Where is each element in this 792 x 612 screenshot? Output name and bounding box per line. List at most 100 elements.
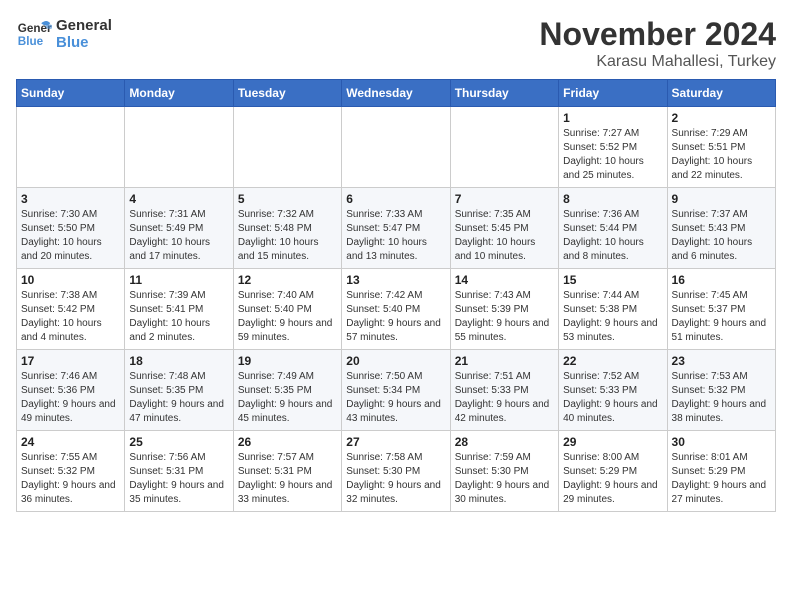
day-cell-15: 15 Sunrise: 7:44 AM Sunset: 5:38 PM Dayli… bbox=[559, 269, 667, 350]
day-info-19: Sunrise: 7:49 AM Sunset: 5:35 PM Dayligh… bbox=[238, 370, 337, 426]
logo: General Blue General Blue bbox=[16, 16, 112, 52]
day-cell-9: 9 Sunrise: 7:37 AM Sunset: 5:43 PM Daylig… bbox=[667, 188, 775, 269]
empty-cell bbox=[125, 107, 233, 188]
day-cell-22: 22Sunrise: 7:52 AM Sunset: 5:33 PM Dayli… bbox=[559, 350, 667, 431]
week-row-0: 1Sunrise: 7:27 AM Sunset: 5:52 PM Daylig… bbox=[17, 107, 776, 188]
day-info-11: Sunrise: 7:39 AM Sunset: 5:41 PM Dayligh… bbox=[129, 289, 228, 345]
day-cell-10: 10 Sunrise: 7:38 AM Sunset: 5:42 PM Dayli… bbox=[17, 269, 125, 350]
day-number-25: 25 bbox=[129, 435, 228, 449]
day-number-11: 11 bbox=[129, 273, 228, 287]
day-info-8: Sunrise: 7:36 AM Sunset: 5:44 PM Dayligh… bbox=[563, 208, 662, 264]
logo-blue: Blue bbox=[56, 34, 112, 51]
day-cell-25: 25 Sunrise: 7:56 AM Sunset: 5:31 PM Dayli… bbox=[125, 431, 233, 512]
day-cell-19: 19 Sunrise: 7:49 AM Sunset: 5:35 PM Dayli… bbox=[233, 350, 341, 431]
day-info-26: Sunrise: 7:57 AM Sunset: 5:31 PM Dayligh… bbox=[238, 451, 337, 507]
day-cell-18: 18Sunrise: 7:48 AM Sunset: 5:35 PM Dayli… bbox=[125, 350, 233, 431]
weekday-header-monday: Monday bbox=[125, 80, 233, 107]
day-info-24: Sunrise: 7:55 AM Sunset: 5:32 PM Dayligh… bbox=[21, 451, 120, 507]
day-info-10: Sunrise: 7:38 AM Sunset: 5:42 PM Dayligh… bbox=[21, 289, 120, 345]
day-info-5: Sunrise: 7:32 AM Sunset: 5:48 PM Dayligh… bbox=[238, 208, 337, 264]
day-number-9: 9 bbox=[672, 192, 771, 206]
day-info-3: Sunrise: 7:30 AM Sunset: 5:50 PM Dayligh… bbox=[21, 208, 120, 264]
weekday-header-sunday: Sunday bbox=[17, 80, 125, 107]
day-cell-16: 16 Sunrise: 7:45 AM Sunset: 5:37 PM Dayli… bbox=[667, 269, 775, 350]
day-cell-29: 29 Sunrise: 8:00 AM Sunset: 5:29 PM Dayli… bbox=[559, 431, 667, 512]
day-number-5: 5 bbox=[238, 192, 337, 206]
day-number-12: 12 bbox=[238, 273, 337, 287]
day-info-6: Sunrise: 7:33 AM Sunset: 5:47 PM Dayligh… bbox=[346, 208, 445, 264]
day-number-26: 26 bbox=[238, 435, 337, 449]
day-number-10: 10 bbox=[21, 273, 120, 287]
month-title: November 2024 bbox=[539, 16, 776, 53]
empty-cell bbox=[342, 107, 450, 188]
day-cell-24: 24 Sunrise: 7:55 AM Sunset: 5:32 PM Dayli… bbox=[17, 431, 125, 512]
day-info-30: Sunrise: 8:01 AM Sunset: 5:29 PM Dayligh… bbox=[672, 451, 771, 507]
day-cell-4: 4Sunrise: 7:31 AM Sunset: 5:49 PM Daylig… bbox=[125, 188, 233, 269]
day-number-23: 23 bbox=[672, 354, 771, 368]
day-number-2: 2 bbox=[672, 111, 771, 125]
day-info-13: Sunrise: 7:42 AM Sunset: 5:40 PM Dayligh… bbox=[346, 289, 445, 345]
day-info-17: Sunrise: 7:46 AM Sunset: 5:36 PM Dayligh… bbox=[21, 370, 120, 426]
day-number-21: 21 bbox=[455, 354, 554, 368]
day-cell-8: 8 Sunrise: 7:36 AM Sunset: 5:44 PM Daylig… bbox=[559, 188, 667, 269]
day-number-29: 29 bbox=[563, 435, 662, 449]
day-cell-1: 1Sunrise: 7:27 AM Sunset: 5:52 PM Daylig… bbox=[559, 107, 667, 188]
day-number-18: 18 bbox=[129, 354, 228, 368]
empty-cell bbox=[17, 107, 125, 188]
day-info-14: Sunrise: 7:43 AM Sunset: 5:39 PM Dayligh… bbox=[455, 289, 554, 345]
day-number-1: 1 bbox=[563, 111, 662, 125]
day-number-14: 14 bbox=[455, 273, 554, 287]
day-number-6: 6 bbox=[346, 192, 445, 206]
day-number-15: 15 bbox=[563, 273, 662, 287]
day-number-3: 3 bbox=[21, 192, 120, 206]
logo-icon: General Blue bbox=[16, 16, 52, 52]
calendar-table: SundayMondayTuesdayWednesdayThursdayFrid… bbox=[16, 79, 776, 512]
day-cell-26: 26 Sunrise: 7:57 AM Sunset: 5:31 PM Dayli… bbox=[233, 431, 341, 512]
day-cell-27: 27Sunrise: 7:58 AM Sunset: 5:30 PM Dayli… bbox=[342, 431, 450, 512]
day-cell-17: 17 Sunrise: 7:46 AM Sunset: 5:36 PM Dayli… bbox=[17, 350, 125, 431]
day-cell-28: 28 Sunrise: 7:59 AM Sunset: 5:30 PM Dayli… bbox=[450, 431, 558, 512]
day-cell-7: 7 Sunrise: 7:35 AM Sunset: 5:45 PM Daylig… bbox=[450, 188, 558, 269]
day-info-22: Sunrise: 7:52 AM Sunset: 5:33 PM Dayligh… bbox=[563, 370, 662, 426]
week-row-3: 17 Sunrise: 7:46 AM Sunset: 5:36 PM Dayli… bbox=[17, 350, 776, 431]
week-row-4: 24 Sunrise: 7:55 AM Sunset: 5:32 PM Dayli… bbox=[17, 431, 776, 512]
weekday-header-saturday: Saturday bbox=[667, 80, 775, 107]
day-info-9: Sunrise: 7:37 AM Sunset: 5:43 PM Dayligh… bbox=[672, 208, 771, 264]
day-cell-20: 20Sunrise: 7:50 AM Sunset: 5:34 PM Dayli… bbox=[342, 350, 450, 431]
day-cell-13: 13 Sunrise: 7:42 AM Sunset: 5:40 PM Dayli… bbox=[342, 269, 450, 350]
day-cell-23: 23 Sunrise: 7:53 AM Sunset: 5:32 PM Dayli… bbox=[667, 350, 775, 431]
day-cell-12: 12Sunrise: 7:40 AM Sunset: 5:40 PM Dayli… bbox=[233, 269, 341, 350]
day-info-16: Sunrise: 7:45 AM Sunset: 5:37 PM Dayligh… bbox=[672, 289, 771, 345]
day-number-30: 30 bbox=[672, 435, 771, 449]
week-row-2: 10 Sunrise: 7:38 AM Sunset: 5:42 PM Dayli… bbox=[17, 269, 776, 350]
day-info-21: Sunrise: 7:51 AM Sunset: 5:33 PM Dayligh… bbox=[455, 370, 554, 426]
day-cell-6: 6 Sunrise: 7:33 AM Sunset: 5:47 PM Daylig… bbox=[342, 188, 450, 269]
day-number-28: 28 bbox=[455, 435, 554, 449]
day-info-25: Sunrise: 7:56 AM Sunset: 5:31 PM Dayligh… bbox=[129, 451, 228, 507]
day-cell-11: 11 Sunrise: 7:39 AM Sunset: 5:41 PM Dayli… bbox=[125, 269, 233, 350]
day-cell-14: 14 Sunrise: 7:43 AM Sunset: 5:39 PM Dayli… bbox=[450, 269, 558, 350]
weekday-header-tuesday: Tuesday bbox=[233, 80, 341, 107]
day-info-23: Sunrise: 7:53 AM Sunset: 5:32 PM Dayligh… bbox=[672, 370, 771, 426]
day-cell-30: 30 Sunrise: 8:01 AM Sunset: 5:29 PM Dayli… bbox=[667, 431, 775, 512]
day-info-29: Sunrise: 8:00 AM Sunset: 5:29 PM Dayligh… bbox=[563, 451, 662, 507]
day-info-15: Sunrise: 7:44 AM Sunset: 5:38 PM Dayligh… bbox=[563, 289, 662, 345]
day-info-28: Sunrise: 7:59 AM Sunset: 5:30 PM Dayligh… bbox=[455, 451, 554, 507]
day-number-8: 8 bbox=[563, 192, 662, 206]
empty-cell bbox=[233, 107, 341, 188]
location-title: Karasu Mahallesi, Turkey bbox=[539, 53, 776, 71]
day-info-4: Sunrise: 7:31 AM Sunset: 5:49 PM Dayligh… bbox=[129, 208, 228, 264]
week-row-1: 3 Sunrise: 7:30 AM Sunset: 5:50 PM Daylig… bbox=[17, 188, 776, 269]
day-number-17: 17 bbox=[21, 354, 120, 368]
day-cell-2: 2Sunrise: 7:29 AM Sunset: 5:51 PM Daylig… bbox=[667, 107, 775, 188]
title-area: November 2024 Karasu Mahallesi, Turkey bbox=[539, 16, 776, 71]
day-number-24: 24 bbox=[21, 435, 120, 449]
day-number-7: 7 bbox=[455, 192, 554, 206]
day-info-20: Sunrise: 7:50 AM Sunset: 5:34 PM Dayligh… bbox=[346, 370, 445, 426]
day-number-13: 13 bbox=[346, 273, 445, 287]
day-number-16: 16 bbox=[672, 273, 771, 287]
weekday-header-friday: Friday bbox=[559, 80, 667, 107]
header: General Blue General Blue November 2024 … bbox=[16, 16, 776, 71]
day-number-19: 19 bbox=[238, 354, 337, 368]
day-info-7: Sunrise: 7:35 AM Sunset: 5:45 PM Dayligh… bbox=[455, 208, 554, 264]
